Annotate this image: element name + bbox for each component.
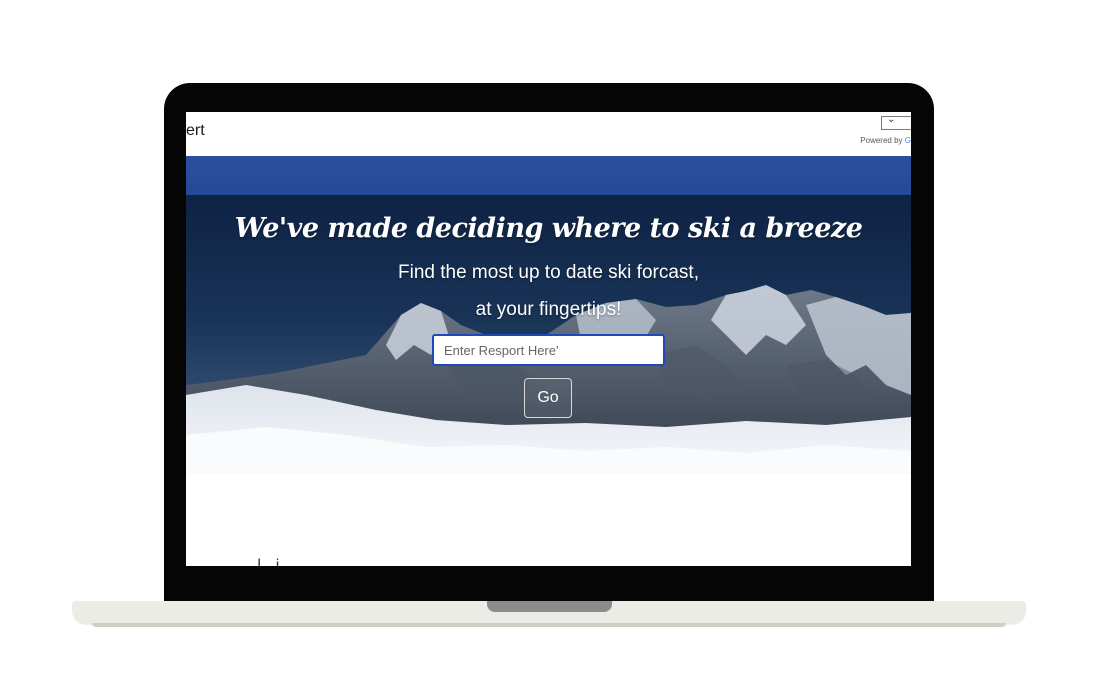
powered-by-prefix: Powered by	[860, 136, 903, 145]
laptop-notch	[487, 601, 612, 612]
content-area: ...l..i..	[186, 474, 911, 566]
cut-off-heading: ...l..i..	[238, 558, 294, 566]
hero-section: We've made deciding where to ski a breez…	[186, 195, 911, 474]
chevron-down-icon: ⌄	[887, 114, 896, 125]
site-brand[interactable]: ert	[186, 122, 205, 140]
hero-subtitle-line-2: at your fingertips!	[475, 299, 622, 320]
go-button[interactable]: Go	[524, 378, 572, 418]
blue-banner	[186, 156, 911, 195]
google-logo: G	[904, 136, 911, 145]
hero-subtitle-line-1: Find the most up to date ski forcast,	[398, 262, 699, 283]
resort-search-input[interactable]	[432, 334, 665, 366]
site-header: ert ⌄ Powered by G	[186, 112, 911, 156]
powered-by-label: Powered by G	[860, 136, 911, 145]
laptop-screen: ert ⌄ Powered by G We've made deciding w…	[186, 112, 911, 566]
hero-title: We've made deciding where to ski a breez…	[234, 213, 863, 244]
mockup-stage: ert ⌄ Powered by G We've made deciding w…	[0, 0, 1098, 674]
laptop-base-shadow	[92, 623, 1006, 627]
language-select[interactable]: ⌄	[881, 114, 911, 130]
